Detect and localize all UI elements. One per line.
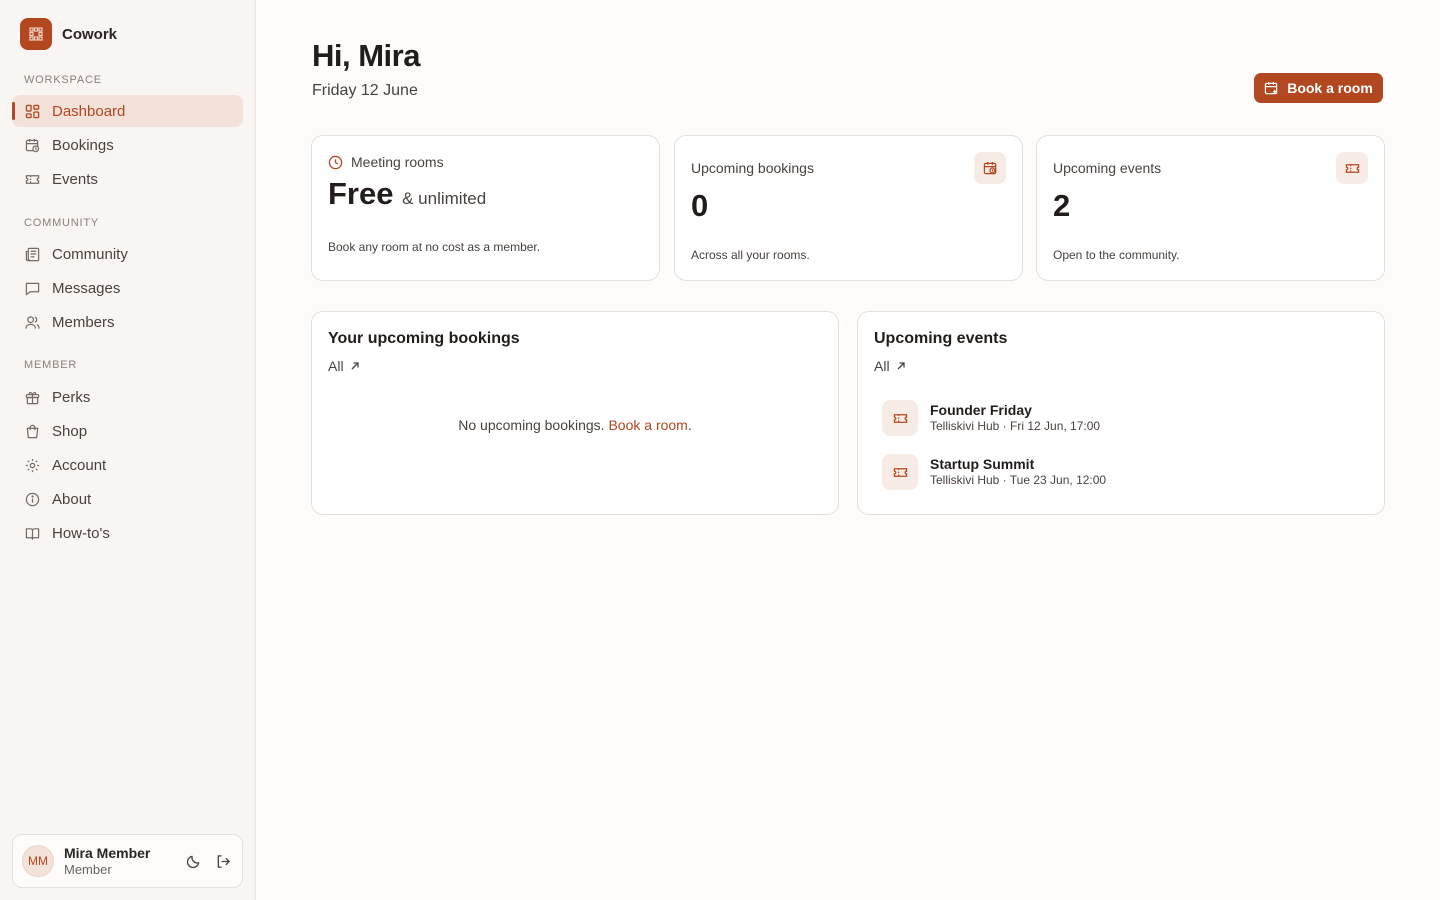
- sidebar-item-howtos[interactable]: How-to's: [12, 517, 243, 549]
- moon-icon[interactable]: [184, 852, 202, 870]
- bookings-panel: Your upcoming bookings All No upcoming b…: [311, 311, 839, 515]
- sidebar-item-events[interactable]: Events: [12, 163, 243, 195]
- event-meta: Telliskivi Hub · Tue 23 Jun, 12:00: [930, 473, 1107, 487]
- sidebar-item-members[interactable]: Members: [12, 306, 243, 338]
- arrow-up-right-icon: [896, 361, 906, 371]
- sidebar-item-account[interactable]: Account: [12, 449, 243, 481]
- page-title: Hi, Mira: [312, 38, 420, 73]
- stat-value-text: Free: [328, 176, 394, 211]
- ticket-icon: [1336, 152, 1368, 184]
- sidebar-item-community[interactable]: Community: [12, 238, 243, 270]
- nav-heading: Member: [24, 359, 78, 371]
- gear-icon: [24, 457, 40, 473]
- user-info: Mira Member Member: [64, 844, 150, 878]
- sidebar-item-shop[interactable]: Shop: [12, 415, 243, 447]
- sidebar-item-label: Dashboard: [52, 102, 126, 120]
- message-icon: [24, 280, 40, 296]
- grid-logo-icon: [20, 18, 52, 50]
- book-icon: [24, 525, 40, 541]
- empty-text: No upcoming bookings.: [458, 417, 605, 433]
- stat-label: Upcoming bookings: [691, 160, 814, 176]
- ticket-icon: [882, 400, 918, 436]
- stat-sub: Book any room at no cost as a member.: [328, 240, 541, 254]
- event-text: Startup Summit Telliskivi Hub · Tue 23 J…: [930, 456, 1106, 488]
- stat-card-bookings: Upcoming bookings 0 Across all your room…: [674, 135, 1023, 281]
- event-text: Founder Friday Telliskivi Hub · Fri 12 J…: [930, 402, 1100, 434]
- logout-icon[interactable]: [214, 852, 232, 870]
- all-label: All: [874, 358, 890, 374]
- users-icon: [24, 314, 40, 330]
- events-all-link[interactable]: All: [874, 358, 906, 374]
- sidebar-item-perks[interactable]: Perks: [12, 381, 243, 413]
- sidebar-item-label: Events: [52, 170, 98, 188]
- calendar-clock-icon: [974, 152, 1006, 184]
- event-name: Founder Friday: [930, 402, 1032, 418]
- book-room-label: Book a room: [1287, 80, 1373, 96]
- events-panel: Upcoming events All Founder Friday Telli…: [857, 311, 1385, 515]
- stat-label: Meeting rooms: [328, 154, 444, 170]
- ticket-icon: [24, 171, 40, 187]
- sidebar-item-dashboard[interactable]: Dashboard: [12, 95, 243, 127]
- list-item[interactable]: Founder Friday Telliskivi Hub · Fri 12 J…: [882, 400, 1100, 436]
- newspaper-icon: [24, 246, 40, 262]
- book-room-link[interactable]: Book a room: [608, 417, 687, 433]
- brand[interactable]: Cowork: [20, 18, 117, 50]
- nav-section-member: Member Perks Shop Account About: [12, 356, 243, 549]
- stat-label: Upcoming events: [1053, 160, 1162, 176]
- current-date: Friday 12 June: [312, 82, 418, 99]
- arrow-up-right-icon: [350, 361, 360, 371]
- book-room-button[interactable]: Book a room: [1254, 73, 1383, 103]
- gift-icon: [24, 389, 40, 405]
- user-actions: [184, 852, 232, 870]
- user-role: Member: [64, 862, 112, 877]
- sidebar-item-label: Account: [52, 456, 107, 474]
- stat-sub: Open to the community.: [1053, 248, 1180, 262]
- nav-section-workspace: Workspace Dashboard Bookings Events: [12, 71, 243, 195]
- calendar-plus-icon: [1264, 81, 1279, 96]
- bookings-all-link[interactable]: All: [328, 358, 360, 374]
- list-item[interactable]: Startup Summit Telliskivi Hub · Tue 23 J…: [882, 454, 1106, 490]
- stat-sub: Across all your rooms.: [691, 248, 810, 262]
- sidebar-item-about[interactable]: About: [12, 483, 243, 515]
- sidebar-item-label: Community: [52, 245, 128, 263]
- stat-value: 2: [1053, 188, 1071, 223]
- stat-card-rooms: Meeting rooms Free & unlimited Book any …: [311, 135, 660, 281]
- dashboard-icon: [24, 103, 40, 119]
- all-label: All: [328, 358, 344, 374]
- stat-value: 0: [691, 188, 709, 223]
- user-name: Mira Member: [64, 845, 151, 861]
- sidebar-item-label: How-to's: [52, 524, 110, 542]
- sidebar: Cowork Workspace Dashboard Bookings Even…: [0, 0, 256, 900]
- panel-title: Your upcoming bookings: [328, 330, 520, 347]
- nav-heading: Community: [24, 217, 100, 229]
- sidebar-item-label: Perks: [52, 388, 91, 406]
- info-icon: [24, 491, 40, 507]
- calendar-clock-icon: [24, 137, 40, 153]
- sidebar-item-bookings[interactable]: Bookings: [12, 129, 243, 161]
- stat-value-suffix: & unlimited: [402, 189, 487, 208]
- sidebar-item-messages[interactable]: Messages: [12, 272, 243, 304]
- shopping-bag-icon: [24, 423, 40, 439]
- sidebar-item-label: Bookings: [52, 136, 114, 154]
- stat-value: Free & unlimited: [328, 176, 486, 212]
- clock-icon: [328, 155, 343, 170]
- stat-label-text: Meeting rooms: [351, 154, 444, 170]
- nav-section-community: Community Community Messages Members: [12, 214, 243, 338]
- app-name: Cowork: [62, 25, 118, 43]
- empty-end: .: [687, 417, 692, 433]
- nav-heading: Workspace: [24, 74, 102, 86]
- sidebar-item-label: Members: [52, 313, 115, 331]
- event-meta: Telliskivi Hub · Fri 12 Jun, 17:00: [930, 419, 1101, 433]
- sidebar-item-label: Shop: [52, 422, 88, 440]
- empty-state: No upcoming bookings. Book a room.: [312, 417, 838, 433]
- user-card[interactable]: MM Mira Member Member: [12, 834, 243, 888]
- panel-title: Upcoming events: [874, 330, 1008, 347]
- sidebar-item-label: About: [52, 490, 92, 508]
- event-name: Startup Summit: [930, 456, 1035, 472]
- avatar: MM: [22, 845, 54, 877]
- sidebar-item-label: Messages: [52, 279, 121, 297]
- stat-card-events: Upcoming events 2 Open to the community.: [1036, 135, 1385, 281]
- ticket-icon: [882, 454, 918, 490]
